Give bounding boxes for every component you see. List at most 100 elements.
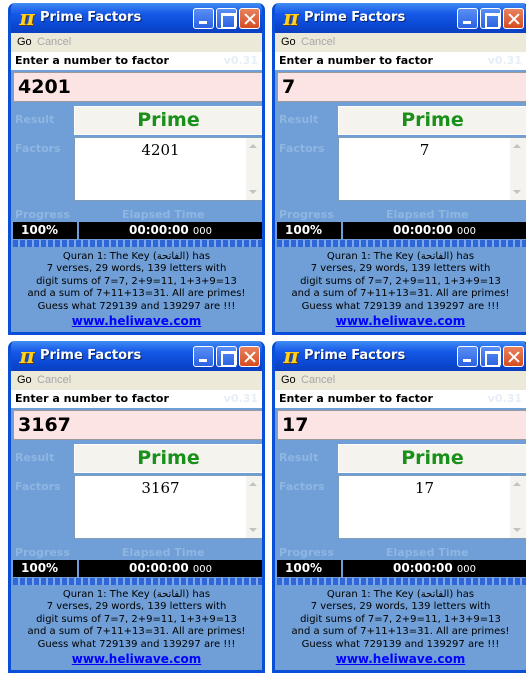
number-input[interactable]: 4201 [13,72,262,102]
factors-list[interactable]: 4201 [74,137,262,201]
website-link[interactable]: www.heliwave.com [11,314,262,328]
menu-bar: Go Cancel [11,371,262,390]
info-text: Quran 1: The Key (الفاتحة) has 7 verses,… [11,251,262,313]
version-label: v0.31 [223,54,258,67]
window-title: Prime Factors [40,348,142,363]
info-line: Guess what 729139 and 139297 are !!! [37,300,236,312]
info-line: 7 verses, 29 words, 139 letters with [46,601,227,613]
menu-cancel[interactable]: Cancel [301,371,335,390]
factors-scrollbar[interactable] [246,476,262,538]
menu-cancel[interactable]: Cancel [301,33,335,52]
website-link[interactable]: www.heliwave.com [275,314,526,328]
prompt-label: Enter a number to factor [15,392,169,405]
status-row: 100% 00:00:00 000 [13,222,262,239]
number-input[interactable]: 7 [277,72,526,102]
minimize-button[interactable] [457,8,478,29]
prompt-row: Enter a number to factor v0.31 [11,52,262,70]
menu-cancel[interactable]: Cancel [37,33,71,52]
version-label: v0.31 [223,392,258,405]
factors-list[interactable]: 17 [338,475,526,539]
status-labels: Progress Elapsed Time [11,208,262,222]
scroll-down-icon[interactable] [249,528,257,532]
scroll-up-icon[interactable] [249,144,257,148]
status-labels: Progress Elapsed Time [275,546,526,560]
menu-go[interactable]: Go [281,33,296,52]
website-link[interactable]: www.heliwave.com [11,652,262,666]
minimize-button[interactable] [193,346,214,367]
title-bar[interactable]: π Prime Factors [11,341,262,371]
number-input[interactable]: 3167 [13,410,262,440]
scroll-up-icon[interactable] [513,144,521,148]
elapsed-ms: 000 [192,564,212,575]
scroll-down-icon[interactable] [513,190,521,194]
scroll-down-icon[interactable] [513,528,521,532]
info-line: Guess what 729139 and 139297 are !!! [301,300,500,312]
elapsed-time: 00:00:00 000 [79,222,262,240]
close-button[interactable] [239,346,260,367]
info-line: and a sum of 7+11+13=31. All are primes! [291,626,510,638]
menu-bar: Go Cancel [275,33,526,52]
progress-label: Progress [15,546,70,559]
result-display: Prime [74,106,262,135]
menu-go[interactable]: Go [281,371,296,390]
elapsed-time: 00:00:00 000 [343,222,526,240]
result-display: Prime [74,444,262,473]
minimize-button[interactable] [193,8,214,29]
elapsed-time-label: Elapsed Time [386,546,469,559]
prompt-label: Enter a number to factor [279,392,433,405]
scroll-up-icon[interactable] [249,482,257,486]
version-label: v0.31 [487,392,522,405]
close-button[interactable] [503,8,524,29]
info-text: Quran 1: The Key (الفاتحة) has 7 verses,… [275,589,526,651]
result-label: Result [279,113,319,126]
factors-list[interactable]: 7 [338,137,526,201]
scroll-up-icon[interactable] [513,482,521,486]
pi-icon: π [283,5,299,30]
info-line: Quran 1: The Key (الفاتحة) has [326,251,475,262]
progress-bar [13,240,262,247]
title-bar[interactable]: π Prime Factors [11,3,262,33]
factors-value: 4201 [141,141,180,159]
close-button[interactable] [503,346,524,367]
menu-cancel[interactable]: Cancel [37,371,71,390]
result-label: Result [279,451,319,464]
progress-label: Progress [279,208,334,221]
factors-value: 7 [419,141,430,159]
factors-value: 17 [414,479,435,497]
window-title: Prime Factors [304,348,406,363]
factors-value: 3167 [141,479,180,497]
result-label: Result [15,113,55,126]
maximize-button[interactable] [216,346,237,367]
number-input[interactable]: 17 [277,410,526,440]
progress-percent: 100% [21,223,59,237]
maximize-button[interactable] [216,8,237,29]
website-link[interactable]: www.heliwave.com [275,652,526,666]
factors-label: Factors [15,480,61,493]
scroll-down-icon[interactable] [249,190,257,194]
factors-scrollbar[interactable] [510,476,526,538]
status-row: 100% 00:00:00 000 [13,560,262,577]
progress-bar [13,578,262,585]
info-text: Quran 1: The Key (الفاتحة) has 7 verses,… [275,251,526,313]
progress-bar [277,578,526,585]
factors-scrollbar[interactable] [246,138,262,200]
info-line: Quran 1: The Key (الفاتحة) has [62,251,211,262]
menu-go[interactable]: Go [17,33,32,52]
factors-list[interactable]: 3167 [74,475,262,539]
elapsed-time-label: Elapsed Time [122,546,205,559]
prime-factors-window: π Prime Factors Go Cancel Enter a number… [272,3,526,335]
maximize-button[interactable] [480,346,501,367]
progress-label: Progress [279,546,334,559]
maximize-button[interactable] [480,8,501,29]
title-bar[interactable]: π Prime Factors [275,3,526,33]
close-button[interactable] [239,8,260,29]
info-line: Guess what 729139 and 139297 are !!! [301,638,500,650]
menu-go[interactable]: Go [17,371,32,390]
factors-label: Factors [279,480,325,493]
minimize-button[interactable] [457,346,478,367]
title-bar[interactable]: π Prime Factors [275,341,526,371]
info-line: 7 verses, 29 words, 139 letters with [310,263,491,275]
status-row: 100% 00:00:00 000 [277,560,526,577]
factors-scrollbar[interactable] [510,138,526,200]
factors-label: Factors [15,142,61,155]
